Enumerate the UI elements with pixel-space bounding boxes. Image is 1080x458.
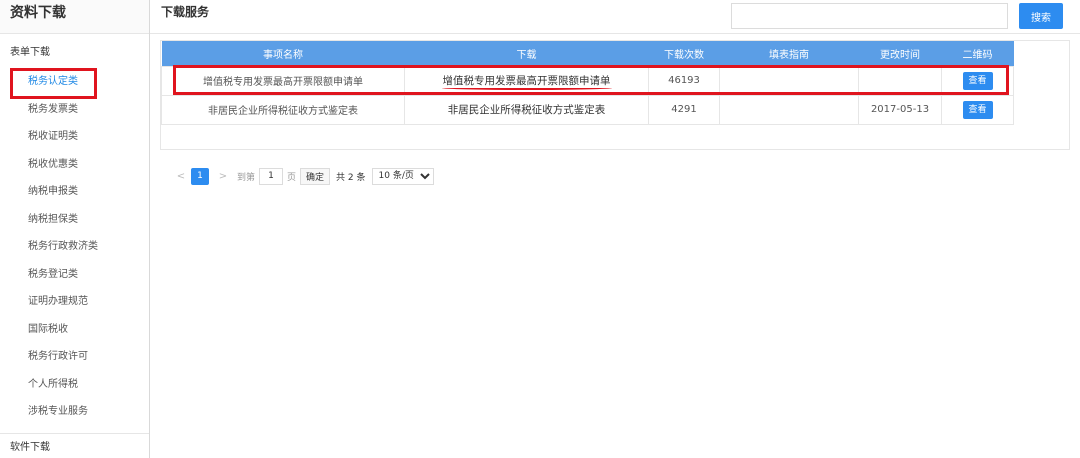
sidebar-item-tax-recognition[interactable]: 税务认定类 bbox=[0, 68, 149, 96]
sidebar-item-administrative-license[interactable]: 税务行政许可 bbox=[0, 343, 149, 371]
cell-time bbox=[858, 65, 942, 96]
sidebar-item-certificate-standard[interactable]: 证明办理规范 bbox=[0, 288, 149, 316]
sidebar-item-international-tax[interactable]: 国际税收 bbox=[0, 316, 149, 344]
column-header-qr: 二维码 bbox=[941, 41, 1014, 66]
results-panel: 事项名称 下载 下载次数 填表指南 更改时间 二维码 增值税专用发票最高开票限额… bbox=[160, 40, 1070, 185]
cell-name: 非居民企业所得税征收方式鉴定表 bbox=[161, 94, 405, 125]
pagination-total: 共 2 条 bbox=[336, 172, 366, 183]
pagination-goto-input[interactable] bbox=[259, 167, 284, 185]
table-row: 增值税专用发票最高开票限额申请单 增值税专用发票最高开票限额申请单 46193 … bbox=[161, 65, 1014, 96]
search-input[interactable] bbox=[731, 3, 1008, 29]
sidebar-item-invoice[interactable]: 税务发票类 bbox=[0, 96, 149, 124]
search-button[interactable]: 搜索 bbox=[1019, 3, 1063, 29]
pagination-page-unit: 页 bbox=[287, 172, 297, 183]
cell-download-link[interactable]: 非居民企业所得税征收方式鉴定表 bbox=[404, 94, 649, 125]
header-divider bbox=[150, 33, 1080, 34]
pagination-page-size-select[interactable]: 10 条/页 bbox=[371, 167, 434, 185]
main-header: 下载服务 搜索 bbox=[150, 0, 1080, 34]
cell-count: 4291 bbox=[648, 94, 720, 125]
sidebar: 资料下载 表单下载 税务认定类 税务发票类 税收证明类 税收优惠类 纳税申报类 … bbox=[0, 0, 150, 458]
pagination-prev-icon[interactable]: < bbox=[176, 171, 186, 182]
sidebar-item-professional-service[interactable]: 涉税专业服务 bbox=[0, 398, 149, 426]
cell-qr: 查看 bbox=[941, 94, 1014, 125]
pagination-next-icon[interactable]: > bbox=[218, 171, 228, 182]
pagination-page-1[interactable]: 1 bbox=[191, 167, 209, 185]
download-table: 事项名称 下载 下载次数 填表指南 更改时间 二维码 增值税专用发票最高开票限额… bbox=[161, 41, 1014, 125]
cell-count: 46193 bbox=[648, 65, 720, 96]
cell-time: 2017-05-13 bbox=[858, 94, 942, 125]
page-title: 下载服务 bbox=[161, 5, 210, 19]
sidebar-item-tax-guarantee[interactable]: 纳税担保类 bbox=[0, 206, 149, 234]
table-header-row: 事项名称 下载 下载次数 填表指南 更改时间 二维码 bbox=[161, 41, 1014, 66]
table-row: 非居民企业所得税征收方式鉴定表 非居民企业所得税征收方式鉴定表 4291 201… bbox=[161, 94, 1014, 125]
cell-guide bbox=[719, 94, 859, 125]
sidebar-section-forms[interactable]: 表单下载 bbox=[0, 34, 149, 68]
main-content: 下载服务 搜索 事项名称 下载 下载次数 填表指南 更改时间 二维码 增值税专用… bbox=[150, 0, 1080, 458]
sidebar-item-tax-certificate[interactable]: 税收证明类 bbox=[0, 123, 149, 151]
column-header-guide: 填表指南 bbox=[719, 41, 859, 66]
sidebar-title: 资料下载 bbox=[0, 0, 149, 34]
cell-guide bbox=[719, 65, 859, 96]
sidebar-item-tax-preference[interactable]: 税收优惠类 bbox=[0, 151, 149, 179]
view-qr-button[interactable]: 查看 bbox=[962, 100, 993, 119]
column-header-name: 事项名称 bbox=[161, 41, 405, 66]
sidebar-section-software[interactable]: 软件下载 bbox=[0, 433, 149, 458]
cell-qr: 查看 bbox=[941, 65, 1014, 96]
sidebar-item-tax-registration[interactable]: 税务登记类 bbox=[0, 261, 149, 289]
cell-name: 增值税专用发票最高开票限额申请单 bbox=[161, 65, 405, 96]
column-header-time: 更改时间 bbox=[858, 41, 942, 66]
cell-download-link[interactable]: 增值税专用发票最高开票限额申请单 bbox=[404, 65, 649, 96]
pagination-confirm-button[interactable]: 确定 bbox=[300, 167, 331, 185]
sidebar-item-tax-declaration[interactable]: 纳税申报类 bbox=[0, 178, 149, 206]
pagination-goto-label: 到第 bbox=[237, 172, 256, 183]
sidebar-item-administrative-relief[interactable]: 税务行政救济类 bbox=[0, 233, 149, 261]
view-qr-button[interactable]: 查看 bbox=[962, 71, 993, 90]
pagination: < 1 > 到第 页 确定 共 2 条 10 条/页 bbox=[171, 166, 434, 186]
column-header-download: 下载 bbox=[404, 41, 649, 66]
column-header-count: 下载次数 bbox=[648, 41, 720, 66]
sidebar-item-personal-income-tax[interactable]: 个人所得税 bbox=[0, 371, 149, 399]
